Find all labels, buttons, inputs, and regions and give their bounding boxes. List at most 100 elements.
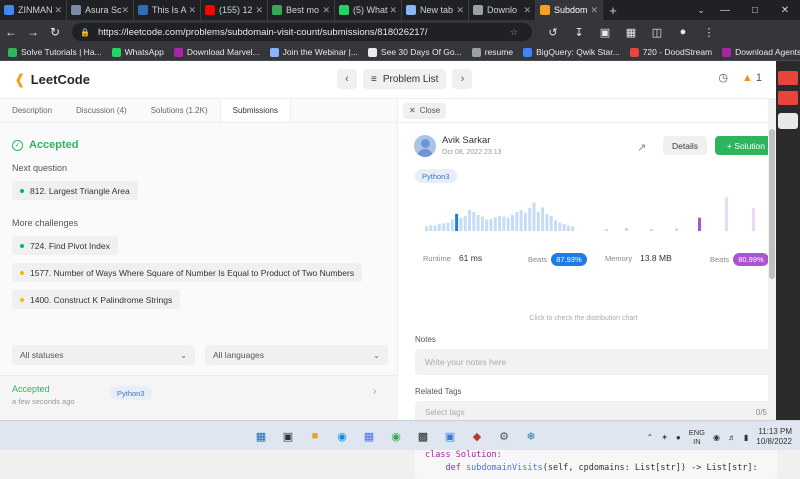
tab-close-icon[interactable]: ✕ bbox=[54, 5, 62, 16]
settings-icon[interactable]: ⚙ bbox=[495, 427, 513, 445]
submission-row[interactable]: Accepted a few seconds ago Python3 › bbox=[0, 375, 398, 420]
sidebar-icon[interactable]: ◫ bbox=[646, 26, 668, 39]
challenge-chip[interactable]: 1577. Number of Ways Where Square of Num… bbox=[12, 263, 363, 282]
chrome-icon[interactable]: ◉ bbox=[387, 427, 405, 445]
tab-close-icon[interactable]: ✕ bbox=[322, 5, 330, 16]
browser-tab[interactable]: (155) 12 ✕ bbox=[201, 0, 268, 20]
history-icon[interactable]: ↺ bbox=[542, 26, 564, 39]
tab-close-icon[interactable]: ✕ bbox=[590, 5, 598, 16]
profile-icon[interactable]: ● bbox=[672, 26, 694, 39]
browser-tab[interactable]: Downlo ✕ bbox=[469, 0, 536, 20]
task-view-icon[interactable]: ▣ bbox=[279, 427, 297, 445]
status-filter-select[interactable]: All statuses ⌄ bbox=[12, 345, 195, 365]
hand-icon[interactable] bbox=[778, 113, 798, 129]
timer-icon[interactable]: ◷ bbox=[718, 71, 728, 84]
tab-close-icon[interactable]: ✕ bbox=[389, 5, 397, 16]
tab-close-icon[interactable]: ✕ bbox=[456, 5, 464, 16]
streak-counter[interactable]: ▲ 1 bbox=[742, 72, 762, 84]
snowflake-icon[interactable]: ❄ bbox=[522, 427, 540, 445]
browser-tab[interactable]: Subdom ✕ bbox=[536, 0, 603, 20]
user-name[interactable]: Avik Sarkar bbox=[442, 135, 502, 146]
distribution-bar bbox=[506, 217, 510, 231]
window-close-icon[interactable]: ✕ bbox=[770, 0, 800, 20]
lock-icon: 🔒 bbox=[80, 27, 90, 37]
scrollbar[interactable] bbox=[768, 99, 776, 420]
browser-tab[interactable]: Asura Sc ✕ bbox=[67, 0, 134, 20]
tab-search-icon[interactable]: ⌄ bbox=[692, 0, 710, 20]
leetcode-logo[interactable]: ❰ LeetCode bbox=[14, 71, 90, 88]
new-tab-button[interactable]: + bbox=[603, 0, 623, 20]
share-icon[interactable]: ↗ bbox=[637, 141, 646, 154]
app-icon[interactable]: ◆ bbox=[468, 427, 486, 445]
tab-submissions[interactable]: Submissions bbox=[219, 98, 291, 122]
tray-chevron-icon[interactable]: ⌃ bbox=[647, 433, 654, 442]
notes-input[interactable]: Write your notes here bbox=[415, 349, 777, 375]
tab-close-icon[interactable]: ✕ bbox=[188, 5, 196, 16]
distribution-bar bbox=[605, 229, 608, 231]
microphone-icon[interactable] bbox=[778, 91, 798, 105]
forward-icon[interactable]: → bbox=[22, 21, 44, 43]
next-problem-button[interactable]: › bbox=[452, 69, 473, 89]
omnibox-actions-icon[interactable]: ☆ bbox=[510, 27, 524, 38]
next-question-chip[interactable]: 812. Largest Triangle Area bbox=[12, 181, 138, 200]
bookmark-item[interactable]: BigQuery: Qwik Star... bbox=[523, 47, 620, 57]
streak-count: 1 bbox=[755, 71, 762, 84]
photos-icon[interactable]: ▣ bbox=[441, 427, 459, 445]
puzzle-icon[interactable]: ▦ bbox=[620, 26, 642, 39]
challenge-chip[interactable]: 1400. Construct K Palindrome Strings bbox=[12, 290, 181, 309]
tab-close-icon[interactable]: ✕ bbox=[255, 5, 263, 16]
windows-start-icon[interactable]: ▦ bbox=[252, 427, 270, 445]
bookmark-item[interactable]: Solve Tutorials | Ha... bbox=[8, 47, 102, 57]
tab-discussion[interactable]: Discussion (4) bbox=[64, 98, 139, 122]
menu-icon[interactable]: ⋮ bbox=[698, 26, 720, 39]
download-icon[interactable]: ↧ bbox=[568, 26, 590, 39]
file-explorer-icon[interactable]: ■ bbox=[306, 427, 324, 445]
bookmark-item[interactable]: resume bbox=[471, 47, 513, 57]
next-question-title: Next question bbox=[12, 163, 68, 173]
browser-tab[interactable]: ZINMAN ✕ bbox=[0, 0, 67, 20]
bookmark-item[interactable]: 720 - DoodStream bbox=[629, 47, 712, 57]
mic-icon[interactable]: ● bbox=[676, 433, 681, 442]
extension-icon[interactable]: ▣ bbox=[594, 26, 616, 39]
volume-icon[interactable]: ♬ bbox=[728, 433, 736, 442]
maximize-icon[interactable]: □ bbox=[740, 0, 770, 20]
browser-tab[interactable]: New tab ✕ bbox=[402, 0, 469, 20]
tab-description[interactable]: Description bbox=[0, 98, 64, 122]
prev-problem-button[interactable]: ‹ bbox=[337, 69, 357, 89]
bookmark-item[interactable]: Download Marvel... bbox=[173, 47, 260, 57]
bookmark-item[interactable]: Download Agents... bbox=[722, 47, 800, 57]
scrollbar-thumb[interactable] bbox=[769, 129, 775, 279]
tab-close-icon[interactable]: ✕ bbox=[523, 5, 531, 16]
distribution-hint[interactable]: Click to check the distribution chart bbox=[399, 315, 768, 322]
bookmark-item[interactable]: Join the Webinar |... bbox=[269, 47, 358, 57]
battery-icon[interactable]: ▮ bbox=[744, 433, 748, 442]
details-button[interactable]: Details bbox=[663, 136, 707, 155]
edge-icon[interactable]: ◉ bbox=[333, 427, 351, 445]
language-filter-select[interactable]: All languages ⌄ bbox=[205, 345, 388, 365]
tab-solutions[interactable]: Solutions (1.2K) bbox=[139, 98, 220, 122]
close-button[interactable]: ✕ Close bbox=[403, 102, 447, 119]
challenge-label: 1577. Number of Ways Where Square of Num… bbox=[30, 267, 355, 278]
reload-icon[interactable]: ↻ bbox=[44, 21, 66, 43]
browser-tab[interactable]: Best mo ✕ bbox=[268, 0, 335, 20]
tab-close-icon[interactable]: ✕ bbox=[122, 5, 130, 16]
bluetooth-icon[interactable]: ✶ bbox=[661, 433, 668, 442]
browser-tab[interactable]: (5) What ✕ bbox=[335, 0, 402, 20]
terminal-icon[interactable]: ▩ bbox=[414, 427, 432, 445]
language-indicator[interactable]: ENG IN bbox=[689, 428, 705, 446]
avatar[interactable] bbox=[414, 135, 436, 157]
bookmark-item[interactable]: See 30 Days Of Go... bbox=[367, 47, 462, 57]
minimize-icon[interactable]: — bbox=[710, 0, 740, 20]
extension-side-icon[interactable] bbox=[778, 71, 798, 85]
bookmark-item[interactable]: WhatsApp bbox=[111, 47, 164, 57]
problem-list-button[interactable]: ≡ Problem List bbox=[363, 69, 447, 89]
address-bar[interactable]: 🔒 https://leetcode.com/problems/subdomai… bbox=[72, 23, 532, 41]
challenge-chip[interactable]: 724. Find Pivot Index bbox=[12, 236, 118, 255]
performance-stats[interactable]: Runtime 61 ms Beats 87.93% Memory 13.8 M… bbox=[415, 193, 769, 266]
back-icon[interactable]: ← bbox=[0, 21, 22, 43]
wifi-icon[interactable]: ◉ bbox=[713, 433, 720, 442]
browser-tab[interactable]: This Is A ✕ bbox=[134, 0, 201, 20]
taskbar-apps: ▦ ▣ ■ ◉ ▦ ◉ ▩ ▣ ◆ ⚙ ❄ bbox=[252, 427, 540, 445]
store-icon[interactable]: ▦ bbox=[360, 427, 378, 445]
clock[interactable]: 11:13 PM 10/8/2022 bbox=[756, 427, 792, 447]
